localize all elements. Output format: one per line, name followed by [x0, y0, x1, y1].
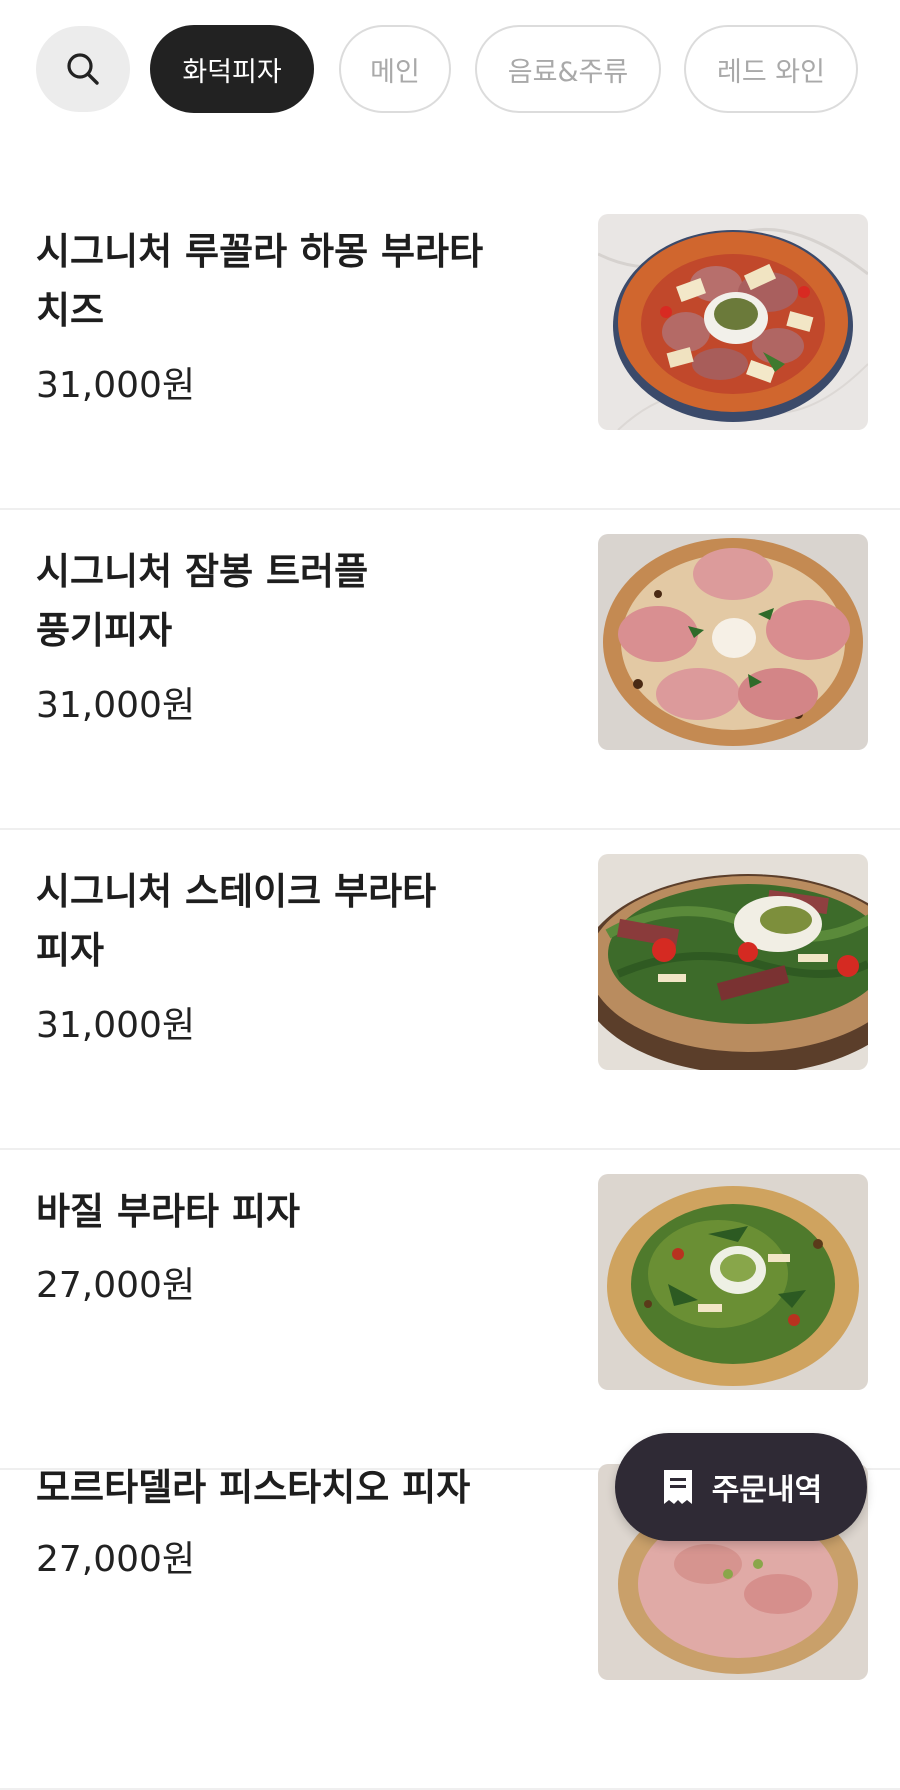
order-history-button[interactable]: 주문내역	[615, 1433, 867, 1541]
pizza-prosciutto-burrata-photo	[598, 214, 868, 430]
order-history-label: 주문내역	[711, 1473, 823, 1508]
menu-item-price: 27,000원	[36, 1539, 196, 1580]
search-icon	[67, 53, 99, 85]
menu-item-price: 31,000원	[36, 685, 196, 726]
tab-drinks[interactable]: 음료&주류	[475, 25, 661, 113]
menu-item-price: 31,000원	[36, 1005, 196, 1046]
tab-wood-fired-pizza[interactable]: 화덕피자	[150, 25, 314, 113]
menu-item[interactable]: 시그니처 스테이크 부라타 피자 31,000원	[0, 832, 900, 1150]
pizza-steak-burrata-photo	[598, 854, 868, 1070]
menu-item[interactable]: 시그니처 루꼴라 하몽 부라타 치즈 31,000원	[0, 192, 900, 510]
category-tab-bar: 화덕피자 메인 음료&주류 레드 와인	[0, 0, 900, 140]
menu-item-price: 27,000원	[36, 1265, 196, 1306]
menu-item-name: 바질 부라타 피자	[36, 1190, 301, 1233]
menu-item-name: 시그니처 스테이크 부라타 피자	[36, 870, 437, 972]
menu-item-name: 시그니처 잠봉 트러플 풍기피자	[36, 550, 369, 652]
menu-item-name: 시그니처 루꼴라 하몽 부라타 치즈	[36, 230, 484, 332]
tab-red-wine[interactable]: 레드 와인	[684, 25, 858, 113]
menu-item-name: 모르타델라 피스타치오 피자	[36, 1466, 471, 1509]
menu-item[interactable]: 시그니처 잠봉 트러플 풍기피자 31,000원	[0, 512, 900, 830]
search-button[interactable]	[36, 26, 130, 112]
menu-item-price: 31,000원	[36, 365, 196, 406]
pizza-jambon-truffle-photo	[598, 534, 868, 750]
tab-main[interactable]: 메인	[339, 25, 451, 113]
pizza-basil-burrata-photo	[598, 1174, 868, 1390]
menu-item[interactable]: 바질 부라타 피자 27,000원	[0, 1152, 900, 1470]
receipt-icon	[663, 1470, 692, 1504]
